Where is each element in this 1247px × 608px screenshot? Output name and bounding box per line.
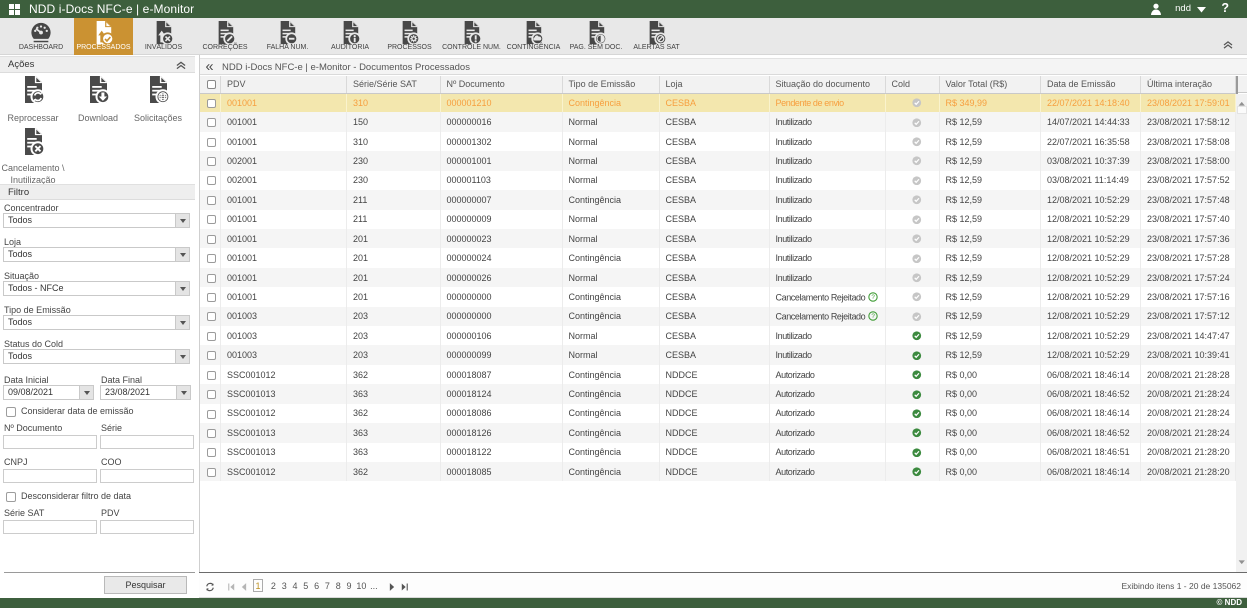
svg-text:?: ? xyxy=(872,294,876,301)
svg-text:?: ? xyxy=(872,313,876,320)
